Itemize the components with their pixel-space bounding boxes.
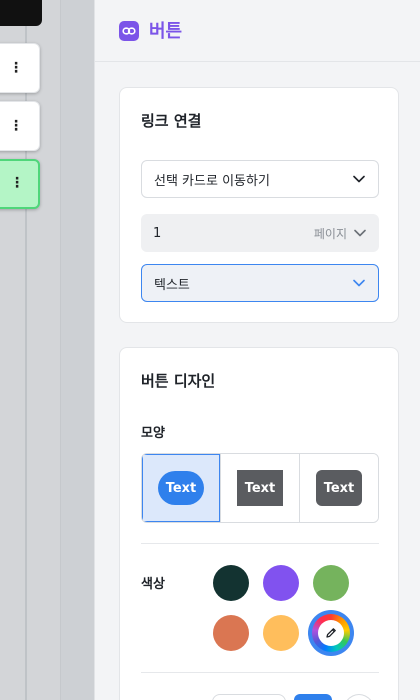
button-content-value: 텍스트 (154, 277, 190, 293)
pencil-icon (318, 620, 344, 646)
section-title: 버튼 디자인 (141, 372, 216, 390)
page-number-value: 1 (153, 225, 162, 241)
color-picker-button[interactable] (308, 610, 354, 656)
shape-option-pill[interactable]: Text (142, 454, 221, 522)
shape-option-rounded[interactable]: Text (300, 454, 378, 522)
divider (141, 543, 379, 544)
shape-options: Text Text Text (141, 453, 379, 523)
page-unit-label: 페이지 (313, 226, 347, 241)
link-action-value: 선택 카드로 이동하기 (154, 173, 270, 189)
chevron-down-icon (352, 172, 366, 186)
more-menu-icon[interactable]: ⋮ (9, 117, 23, 135)
more-menu-icon[interactable]: ⋮ (10, 174, 24, 192)
link-settings-card: 링크 연결 선택 카드로 이동하기 1 페이지 텍스트 (119, 87, 399, 323)
option-button-round[interactable] (342, 694, 376, 700)
page-number-select[interactable]: 1 페이지 (141, 214, 379, 252)
shape-label: 모양 (141, 426, 165, 441)
option-input[interactable] (212, 694, 286, 700)
shape-option-square[interactable]: Text (221, 454, 300, 522)
color-wheel (312, 614, 350, 652)
panel-header: 버튼 (95, 0, 420, 62)
button-content-select[interactable]: 텍스트 (141, 264, 379, 302)
canvas-gutter (60, 0, 94, 700)
chevron-down-icon (352, 276, 366, 290)
slide-card[interactable]: ⋮ (0, 43, 40, 93)
color-swatch-orange[interactable] (213, 615, 249, 651)
color-swatch-purple[interactable] (263, 565, 299, 601)
panel-title: 버튼 (149, 20, 183, 42)
link-icon (119, 20, 139, 41)
slide-canvas: ⋮ ⋮ ⋮ (0, 0, 94, 700)
chevron-down-icon (353, 226, 367, 240)
color-label: 색상 (141, 577, 165, 592)
slide-card-selected[interactable]: ⋮ (0, 159, 40, 209)
color-swatch-green[interactable] (313, 565, 349, 601)
canvas-top-bar (0, 0, 42, 26)
shape-preview-pill: Text (158, 471, 204, 505)
link-action-select[interactable]: 선택 카드로 이동하기 (141, 160, 379, 198)
more-menu-icon[interactable]: ⋮ (9, 59, 23, 77)
slide-card[interactable]: ⋮ (0, 101, 40, 151)
shape-preview-rounded: Text (316, 470, 362, 506)
property-panel: 버튼 링크 연결 선택 카드로 이동하기 1 페이지 텍스트 버튼 디자인 모양 (94, 0, 420, 700)
section-title: 링크 연결 (141, 112, 202, 130)
shape-preview-square: Text (237, 470, 283, 506)
option-button-active[interactable] (294, 694, 332, 700)
color-swatch-yellow[interactable] (263, 615, 299, 651)
divider (141, 672, 379, 673)
button-design-card: 버튼 디자인 모양 Text Text Text 색상 (119, 347, 399, 700)
color-swatch-dark-teal[interactable] (213, 565, 249, 601)
